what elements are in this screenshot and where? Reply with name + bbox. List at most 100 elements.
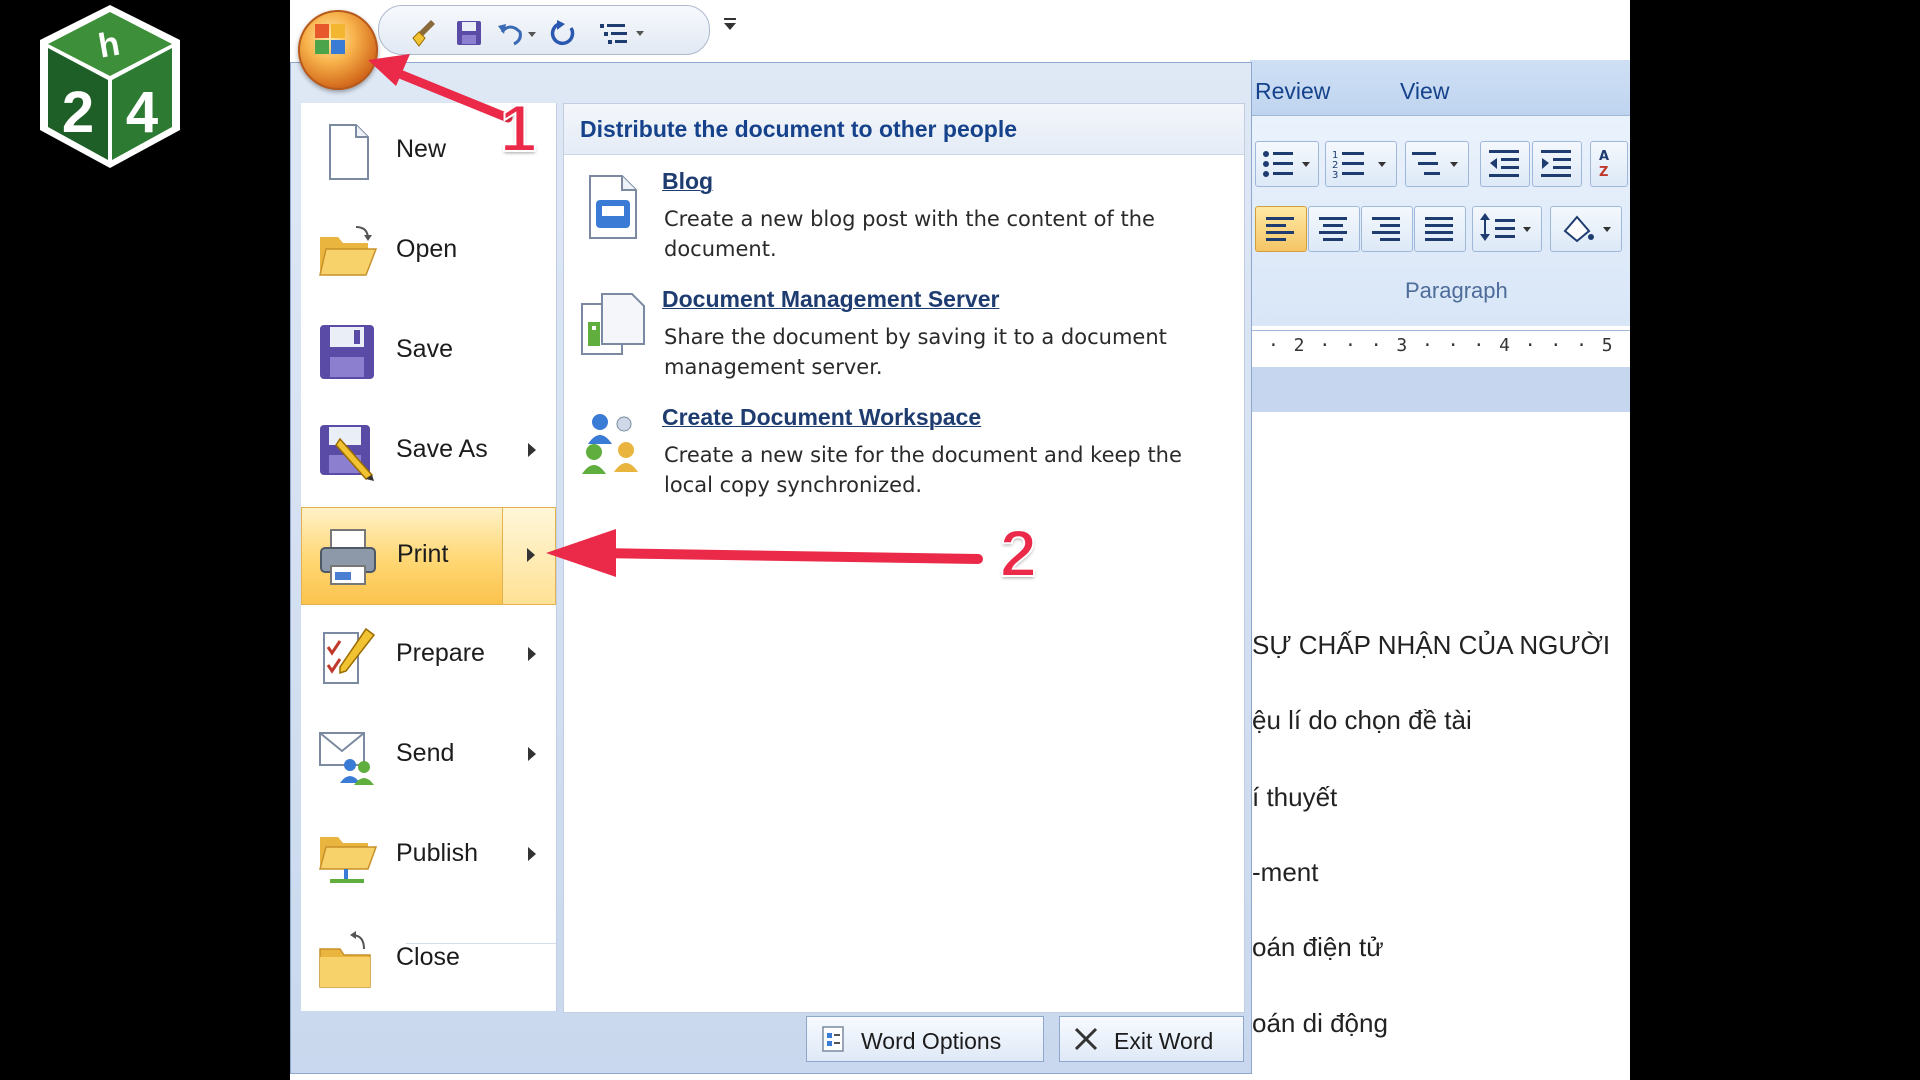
- open-folder-icon: [319, 226, 378, 276]
- document-line: ệu lí do chọn đề tài: [1252, 705, 1472, 735]
- close-folder-icon: [319, 931, 371, 988]
- ruler-scale: · 2 · · · 3 · · · 4 · · · 5 ·: [1268, 335, 1630, 356]
- word-options-button[interactable]: Word Options: [806, 1016, 1044, 1062]
- submenu-item-create-document-workspace[interactable]: Create Document Workspace Create a new s…: [574, 402, 1224, 517]
- document-line: -ment: [1252, 857, 1319, 887]
- svg-text:A: A: [1599, 149, 1609, 164]
- submenu-title: Distribute the document to other people: [580, 116, 1018, 142]
- horizontal-ruler[interactable]: · 2 · · · 3 · · · 4 · · · 5 ·: [1250, 330, 1630, 368]
- submenu-item-title: Create Document Workspace: [662, 404, 982, 430]
- menu-item-prepare[interactable]: Prepare: [301, 607, 556, 705]
- menu-item-save[interactable]: Save: [301, 303, 556, 401]
- align-left-icon: [1266, 217, 1294, 241]
- align-center-button[interactable]: [1308, 206, 1360, 252]
- blog-icon: [589, 175, 637, 239]
- workspace-people-icon: [582, 414, 638, 474]
- document-line: SỰ CHẤP NHẬN CỦA NGƯỜI: [1252, 630, 1611, 660]
- align-left-button[interactable]: [1255, 206, 1307, 252]
- numbering-icon: 123: [1332, 150, 1386, 181]
- word-options-icon: [822, 1026, 844, 1052]
- submenu-item-title: Document Management Server: [662, 286, 1000, 312]
- menu-item-label: Publish: [396, 839, 478, 867]
- menu-item-label: Send: [396, 739, 455, 767]
- undo-icon[interactable]: [494, 18, 539, 48]
- publish-icon: [319, 837, 378, 883]
- submenu-arrow-icon: [528, 443, 536, 457]
- menu-item-label: Save As: [396, 435, 488, 463]
- submenu-item-document-management-server[interactable]: Document Management Server Share the doc…: [574, 284, 1224, 399]
- svg-text:4: 4: [126, 80, 158, 145]
- submenu-item-blog[interactable]: Blog Create a new blog post with the con…: [574, 166, 1224, 281]
- exit-word-label: Exit Word: [1114, 1028, 1214, 1054]
- prepare-document-icon: [323, 627, 376, 684]
- save-icon[interactable]: [454, 18, 484, 48]
- align-right-icon: [1372, 217, 1400, 241]
- save-as-icon: [320, 425, 374, 481]
- decrease-indent-icon: [1489, 150, 1519, 177]
- annotation-arrow-1: [368, 54, 513, 123]
- sort-icon: AZ: [1599, 149, 1609, 180]
- menu-item-label: Open: [396, 235, 458, 263]
- menu-item-label: Save: [396, 335, 453, 363]
- document-line: í thuyết: [1252, 782, 1338, 812]
- customize-arrow-icon[interactable]: [720, 14, 740, 34]
- align-right-button[interactable]: [1361, 206, 1413, 252]
- ruler-background: [1250, 367, 1630, 412]
- sort-button[interactable]: AZ: [1590, 141, 1628, 187]
- shading-button[interactable]: [1550, 206, 1622, 252]
- submenu-item-description: Create a new site for the document and k…: [664, 443, 1182, 497]
- document-line: oán di động: [1252, 1008, 1388, 1038]
- submenu-item-description: Create a new blog post with the content …: [664, 207, 1155, 261]
- decrease-indent-button[interactable]: [1480, 141, 1530, 187]
- menu-item-print[interactable]: Print: [301, 507, 556, 605]
- numbering-button[interactable]: 123: [1325, 141, 1397, 187]
- tab-view[interactable]: View: [1400, 78, 1449, 105]
- annotation-step-2: 2: [999, 515, 1038, 591]
- justify-button[interactable]: [1414, 206, 1466, 252]
- submenu-arrow-icon: [528, 847, 536, 861]
- send-icon: [319, 732, 374, 785]
- submenu-arrow-icon: [528, 647, 536, 661]
- new-document-icon: [329, 124, 369, 180]
- list-icon[interactable]: [594, 18, 654, 48]
- line-spacing-button[interactable]: [1472, 206, 1542, 252]
- submenu-header: Distribute the document to other people: [564, 104, 1244, 155]
- menu-item-send[interactable]: Send: [301, 707, 556, 805]
- submenu-item-title: Blog: [662, 168, 714, 194]
- increase-indent-icon: [1541, 150, 1571, 177]
- paragraph-group-label: Paragraph: [1405, 278, 1508, 303]
- menu-item-close[interactable]: Close: [301, 911, 556, 1009]
- menu-item-save-as[interactable]: Save As: [301, 403, 556, 501]
- shading-bucket-icon: [1563, 215, 1611, 243]
- h24-logo: h 2 4: [40, 5, 180, 168]
- broom-icon[interactable]: [409, 18, 439, 48]
- multilevel-list-button[interactable]: [1405, 141, 1469, 187]
- svg-text:Z: Z: [1599, 165, 1608, 180]
- align-center-icon: [1319, 217, 1347, 241]
- justify-icon: [1425, 217, 1453, 241]
- word-window: Review View 123 AZ Paragraph · 2 · · · 3…: [290, 0, 1630, 1080]
- submenu-item-description: Share the document by saving it to a doc…: [664, 325, 1167, 379]
- submenu-arrow-icon: [527, 548, 535, 562]
- menu-item-open[interactable]: Open: [301, 203, 556, 301]
- svg-text:3: 3: [1332, 170, 1338, 181]
- document-server-icon: [581, 293, 645, 355]
- quick-access-toolbar: [378, 5, 710, 55]
- office-menu-commands: New Open Save Save As Print Prepare Send…: [301, 103, 557, 1011]
- office-logo-icon: [315, 24, 345, 54]
- svg-text:2: 2: [62, 80, 94, 145]
- annotation-arrow-2: [546, 529, 983, 577]
- tab-review[interactable]: Review: [1255, 78, 1330, 105]
- bullets-button[interactable]: [1255, 141, 1319, 187]
- multilevel-list-icon: [1412, 152, 1458, 175]
- document-line: oán điện tử: [1252, 932, 1384, 962]
- menu-item-label: Prepare: [396, 639, 485, 667]
- save-disk-icon: [320, 325, 374, 379]
- printer-icon: [320, 529, 376, 585]
- submenu-arrow-icon: [528, 747, 536, 761]
- redo-icon[interactable]: [547, 18, 577, 48]
- exit-word-button[interactable]: Exit Word: [1059, 1016, 1244, 1062]
- menu-item-publish[interactable]: Publish: [301, 807, 556, 905]
- word-options-label: Word Options: [861, 1028, 1002, 1054]
- increase-indent-button[interactable]: [1532, 141, 1582, 187]
